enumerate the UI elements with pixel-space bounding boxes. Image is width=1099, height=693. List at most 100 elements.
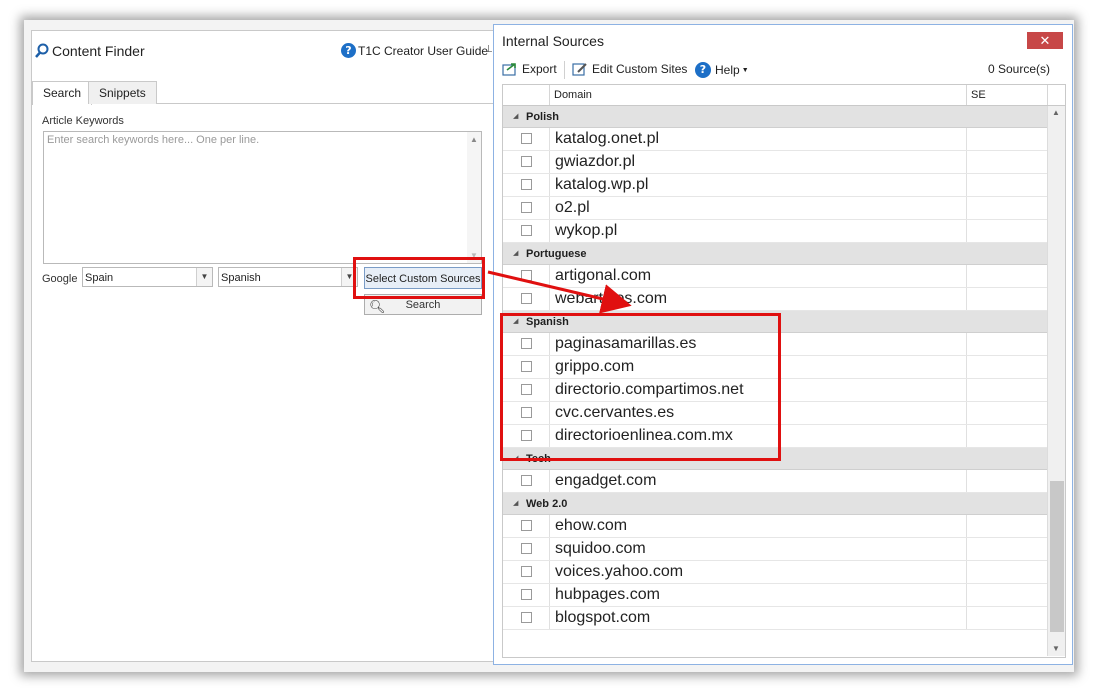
column-domain[interactable]: Domain — [549, 85, 966, 105]
close-button[interactable]: ✕ — [1027, 32, 1063, 49]
keywords-placeholder: Enter search keywords here... One per li… — [47, 134, 260, 146]
table-row[interactable]: katalog.onet.pl — [503, 128, 1047, 151]
scroll-down-icon[interactable]: ▼ — [1052, 644, 1060, 653]
domain-cell: hubpages.com — [549, 584, 961, 606]
table-row[interactable]: hubpages.com — [503, 584, 1047, 607]
table-row[interactable]: artigonal.com — [503, 265, 1047, 288]
se-cell — [966, 151, 1048, 173]
domain-cell: wykop.pl — [549, 220, 961, 242]
highlight-box-spanish — [500, 313, 781, 461]
se-cell — [966, 288, 1048, 310]
se-cell — [966, 584, 1048, 606]
country-select[interactable]: Spain ▼ — [82, 267, 213, 287]
keywords-input[interactable]: Enter search keywords here... One per li… — [43, 131, 482, 264]
table-row[interactable]: gwiazdor.pl — [503, 151, 1047, 174]
se-cell — [966, 265, 1048, 287]
keywords-label: Article Keywords — [42, 115, 124, 127]
content-finder-panel: Content Finder ? T1C Creator User Guide … — [31, 30, 504, 662]
domain-cell: artigonal.com — [549, 265, 961, 287]
table-row[interactable]: wykop.pl — [503, 220, 1047, 243]
window-title: Internal Sources — [502, 33, 604, 49]
row-checkbox[interactable] — [521, 202, 532, 213]
export-button[interactable]: Export — [502, 62, 557, 76]
se-cell — [966, 197, 1048, 219]
tab-snippets[interactable]: Snippets — [88, 81, 157, 104]
table-row[interactable]: squidoo.com — [503, 538, 1047, 561]
content-finder-header: Content Finder — [34, 43, 145, 59]
row-checkbox[interactable] — [521, 543, 532, 554]
table-row[interactable]: voices.yahoo.com — [503, 561, 1047, 584]
toolbar-divider — [564, 61, 565, 79]
table-row[interactable]: o2.pl — [503, 197, 1047, 220]
group-header[interactable]: ◢ Polish — [503, 106, 1047, 128]
row-checkbox[interactable] — [521, 589, 532, 600]
se-cell — [966, 607, 1048, 629]
edit-custom-sites-button[interactable]: Edit Custom Sites — [572, 62, 687, 76]
content-finder-title: Content Finder — [52, 43, 145, 59]
collapse-triangle-icon[interactable]: ◢ — [513, 493, 518, 515]
row-checkbox[interactable] — [521, 293, 532, 304]
collapse-triangle-icon[interactable]: ◢ — [513, 243, 518, 265]
collapse-triangle-icon[interactable]: ◢ — [513, 106, 518, 128]
row-checkbox[interactable] — [521, 475, 532, 486]
row-checkbox[interactable] — [521, 612, 532, 623]
row-checkbox[interactable] — [521, 133, 532, 144]
row-checkbox[interactable] — [521, 156, 532, 167]
row-checkbox[interactable] — [521, 270, 532, 281]
se-cell — [966, 561, 1048, 583]
search-icon — [35, 43, 49, 58]
se-cell — [966, 470, 1048, 492]
grid-header: Domain SE — [503, 85, 1065, 106]
se-cell — [966, 515, 1048, 537]
scrollbar-thumb[interactable] — [1050, 481, 1064, 632]
domain-cell: katalog.wp.pl — [549, 174, 961, 196]
country-value: Spain — [85, 272, 114, 284]
table-row[interactable]: webartigos.com — [503, 288, 1047, 311]
user-guide-link[interactable]: ? T1C Creator User Guide — [341, 43, 488, 58]
se-cell — [966, 425, 1048, 447]
row-checkbox[interactable] — [521, 566, 532, 577]
column-se[interactable]: SE — [966, 85, 1045, 105]
tab-bar: Search Snippets — [32, 81, 503, 105]
row-checkbox[interactable] — [521, 520, 532, 531]
domain-cell: gwiazdor.pl — [549, 151, 961, 173]
se-cell — [966, 538, 1048, 560]
search-button-label: Search — [405, 299, 441, 311]
group-name: Portuguese — [526, 248, 587, 260]
dropdown-arrow-icon: ▼ — [741, 66, 749, 74]
domain-cell: blogspot.com — [549, 607, 961, 629]
highlight-box-button — [353, 257, 485, 299]
language-select[interactable]: Spanish ▼ — [218, 267, 358, 287]
help-icon: ? — [341, 43, 356, 58]
language-value: Spanish — [221, 272, 261, 284]
scroll-up-icon[interactable]: ▲ — [470, 135, 478, 144]
help-icon: ? — [695, 62, 711, 78]
table-row[interactable]: engadget.com — [503, 470, 1047, 493]
se-cell — [966, 220, 1048, 242]
edit-icon — [572, 63, 587, 76]
pin-icon[interactable]: ⊥ — [484, 44, 493, 55]
tab-search[interactable]: Search — [32, 81, 93, 105]
source-count: 0 Source(s) — [987, 62, 1050, 76]
row-checkbox[interactable] — [521, 225, 532, 236]
se-cell — [966, 402, 1048, 424]
help-menu[interactable]: ? Help ▼ — [695, 62, 749, 78]
edit-custom-sites-label: Edit Custom Sites — [592, 62, 688, 76]
group-name: Web 2.0 — [526, 498, 568, 510]
table-row[interactable]: katalog.wp.pl — [503, 174, 1047, 197]
group-header[interactable]: ◢ Web 2.0 — [503, 493, 1047, 515]
grid-scrollbar[interactable]: ▲ ▼ — [1047, 106, 1065, 656]
table-row[interactable]: blogspot.com — [503, 607, 1047, 630]
chevron-down-icon[interactable]: ▼ — [196, 268, 212, 286]
domain-cell: katalog.onet.pl — [549, 128, 961, 150]
column-divider — [1047, 85, 1048, 105]
domain-cell: voices.yahoo.com — [549, 561, 961, 583]
se-cell — [966, 128, 1048, 150]
domain-cell: o2.pl — [549, 197, 961, 219]
se-cell — [966, 356, 1048, 378]
group-header[interactable]: ◢ Portuguese — [503, 243, 1047, 265]
table-row[interactable]: ehow.com — [503, 515, 1047, 538]
keywords-scrollbar[interactable]: ▲ ▼ — [467, 132, 481, 263]
scroll-up-icon[interactable]: ▲ — [1052, 108, 1060, 117]
row-checkbox[interactable] — [521, 179, 532, 190]
